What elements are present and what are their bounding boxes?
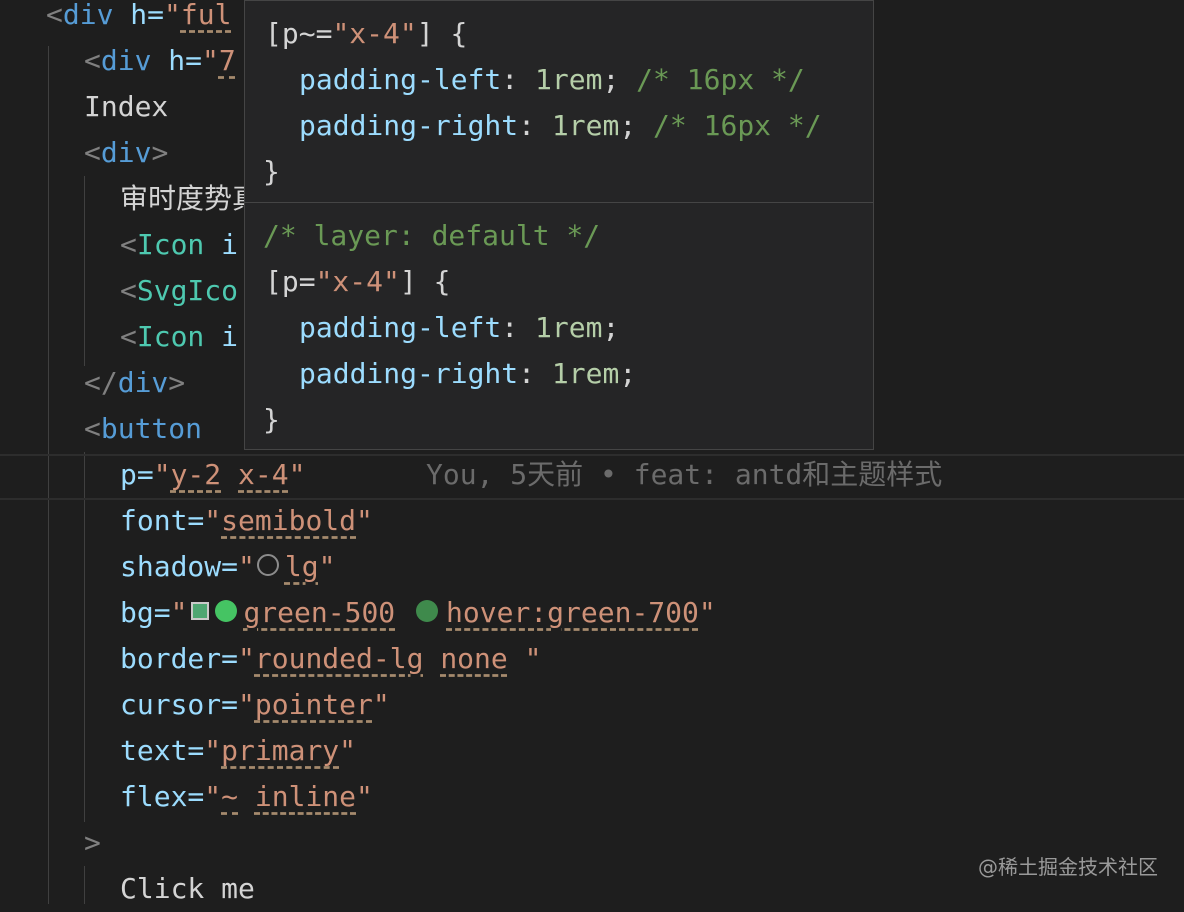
- hover-prop-padding-right-1: padding-right: 1rem; /* 16px */: [299, 109, 822, 142]
- hover-prop-padding-left-1: padding-left: 1rem; /* 16px */: [299, 63, 805, 96]
- hover-prop-padding-left-2: padding-left: 1rem;: [299, 311, 620, 344]
- hover-brace-close-1: }: [263, 155, 280, 188]
- hover-prop-padding-right-2: padding-right: 1rem;: [299, 357, 637, 390]
- code-line-18[interactable]: flex="~ inline": [0, 774, 1184, 820]
- shadow-circle-icon[interactable]: [256, 554, 279, 576]
- code-line-11[interactable]: p="y-2 x-4" You, 5天前 • feat: antd和主题样式: [0, 452, 1184, 498]
- code-line-12[interactable]: font="semibold": [0, 498, 1184, 544]
- watermark: @稀土掘金技术社区: [978, 855, 1158, 879]
- code-editor[interactable]: <div h="ful <div h="7 Index <div> 审时度势真 …: [0, 0, 1184, 905]
- hover-selector-1: [p~="x-4"] {: [265, 17, 468, 50]
- code-line-16[interactable]: cursor="pointer": [0, 682, 1184, 728]
- green-500-circle-icon[interactable]: [215, 600, 238, 622]
- css-hover-tooltip: [p~="x-4"] { padding-left: 1rem; /* 16px…: [244, 0, 874, 450]
- code-line-17[interactable]: text="primary": [0, 728, 1184, 774]
- code-line-15[interactable]: border="rounded-lg none ": [0, 636, 1184, 682]
- green-700-circle-icon[interactable]: [416, 600, 439, 622]
- hover-separator: [245, 202, 873, 203]
- hover-selector-2: [p="x-4"] {: [265, 265, 451, 298]
- code-line-13[interactable]: shadow=" lg": [0, 544, 1184, 590]
- hover-brace-close-2: }: [263, 403, 280, 436]
- hover-layer-comment: /* layer: default */: [263, 219, 601, 252]
- color-swatch-square-icon[interactable]: [191, 602, 210, 620]
- code-line-14[interactable]: bg=" green-500 hover:green-700": [0, 590, 1184, 636]
- git-blame-annotation: You, 5天前 • feat: antd和主题样式: [426, 458, 943, 491]
